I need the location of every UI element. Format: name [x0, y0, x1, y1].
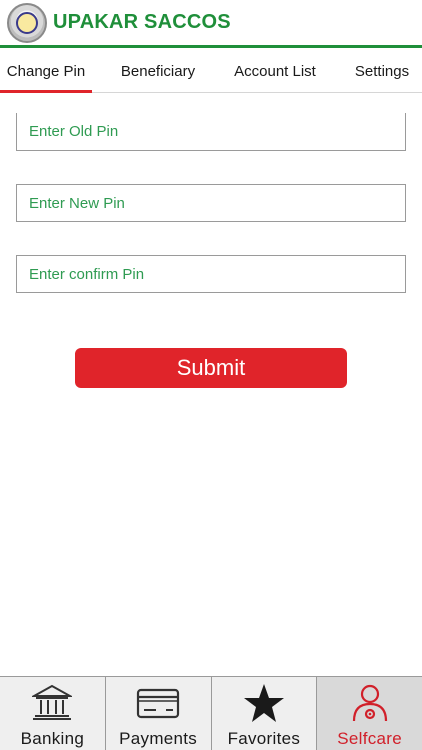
confirm-pin-input[interactable] — [29, 256, 405, 292]
tab-label: Change Pin — [6, 63, 86, 80]
tab-label: Settings — [354, 63, 410, 80]
tab-label: Account List — [234, 63, 316, 80]
confirm-pin-field[interactable] — [16, 255, 406, 293]
tab-change-pin[interactable]: Change Pin — [0, 51, 92, 93]
star-icon — [242, 683, 286, 723]
bank-icon — [30, 683, 74, 723]
old-pin-input[interactable] — [29, 113, 405, 150]
tab-account-list[interactable]: Account List — [222, 51, 328, 92]
tab-label: Beneficiary — [120, 63, 196, 80]
nav-label: Favorites — [227, 729, 301, 748]
bottom-navigation: Banking Payments Favorites Selfcare — [0, 676, 422, 750]
app-header: UPAKAR SACCOS — [0, 0, 422, 48]
new-pin-field[interactable] — [16, 184, 406, 222]
nav-label: Selfcare — [337, 729, 402, 748]
nav-label: Payments — [119, 729, 198, 748]
old-pin-field[interactable] — [16, 113, 406, 151]
tab-beneficiary[interactable]: Beneficiary — [108, 51, 208, 92]
nav-banking[interactable]: Banking — [0, 677, 106, 750]
submit-button[interactable]: Submit — [75, 348, 347, 388]
saccos-logo — [7, 2, 47, 43]
app-title: UPAKAR SACCOS — [53, 11, 231, 33]
new-pin-input[interactable] — [29, 185, 405, 221]
tab-bar: Change Pin Beneficiary Account List Sett… — [0, 51, 422, 93]
nav-selfcare[interactable]: Selfcare — [317, 677, 422, 750]
nav-favorites[interactable]: Favorites — [211, 677, 318, 750]
user-settings-icon — [348, 683, 392, 723]
nav-payments[interactable]: Payments — [105, 677, 212, 750]
card-icon — [136, 683, 180, 723]
nav-label: Banking — [20, 729, 85, 748]
tab-settings[interactable]: Settings — [344, 51, 420, 92]
